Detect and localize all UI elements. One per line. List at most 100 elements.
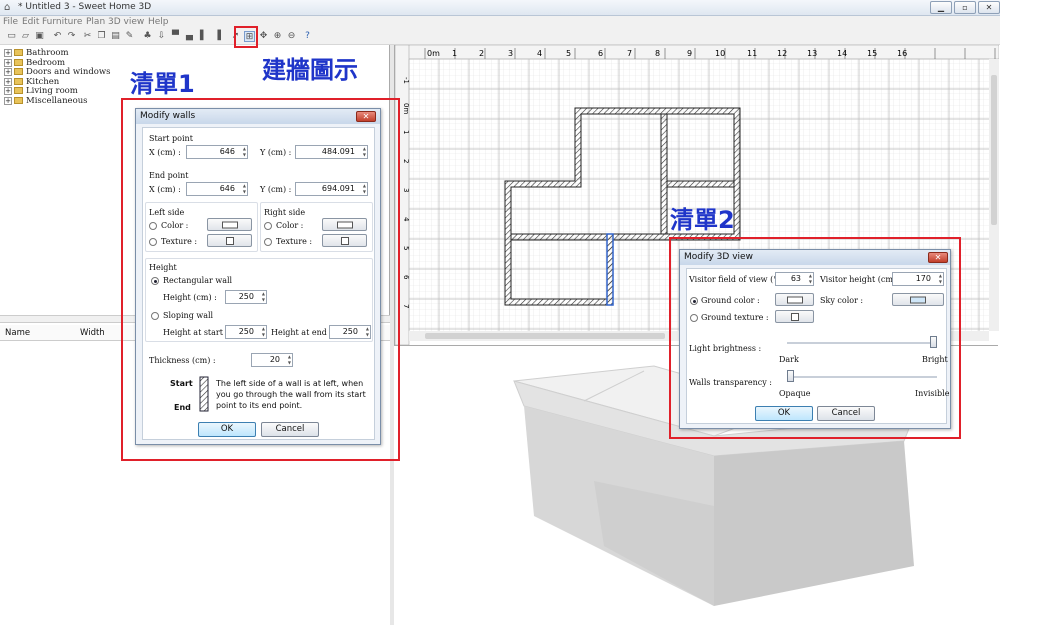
- left-color-button[interactable]: [207, 218, 252, 231]
- menu-3d-view[interactable]: 3D view: [108, 17, 144, 27]
- import-furniture-icon[interactable]: ⇩: [156, 31, 167, 42]
- inner-wall[interactable]: [666, 180, 735, 188]
- ruler-x-label: 1: [452, 49, 457, 58]
- height-field[interactable]: 250: [225, 290, 267, 304]
- zoom-in-icon[interactable]: ⊕: [272, 31, 283, 42]
- ruler-x-label: 13: [807, 49, 817, 58]
- column-name[interactable]: Name: [5, 328, 30, 338]
- inner-wall[interactable]: [660, 113, 668, 235]
- delete-icon[interactable]: ✎: [124, 31, 135, 42]
- catalog-item[interactable]: + Living room: [4, 86, 78, 96]
- expand-icon[interactable]: +: [4, 86, 12, 95]
- paste-icon[interactable]: ▤: [110, 31, 121, 42]
- minimize-button[interactable]: ▁: [930, 1, 952, 14]
- save-icon[interactable]: ▣: [34, 31, 45, 42]
- align-bottom-icon[interactable]: ▄: [184, 31, 195, 42]
- walls-slider-thumb[interactable]: [787, 370, 794, 382]
- plan-horizontal-thumb[interactable]: [425, 333, 665, 339]
- ground-texture-button[interactable]: [775, 310, 814, 323]
- sloping-wall-radio[interactable]: [151, 312, 159, 320]
- align-left-icon[interactable]: ▌: [198, 31, 209, 42]
- expand-icon[interactable]: +: [4, 77, 12, 86]
- fov-field[interactable]: 63: [775, 272, 814, 286]
- menu-plan[interactable]: Plan: [86, 17, 105, 27]
- close-button[interactable]: ✕: [978, 1, 1000, 14]
- close-icon[interactable]: ✕: [928, 252, 948, 263]
- create-dimensions-icon[interactable]: ✥: [258, 31, 269, 42]
- left-texture-label: Texture :: [161, 237, 198, 246]
- ruler-x-label: 10: [715, 49, 725, 58]
- color-swatch: [221, 221, 238, 228]
- right-color-radio[interactable]: [264, 222, 272, 230]
- catalog-item[interactable]: + Miscellaneous: [4, 96, 88, 106]
- right-color-button[interactable]: [322, 218, 367, 231]
- right-texture-radio[interactable]: [264, 238, 272, 246]
- align-top-icon[interactable]: ▀: [170, 31, 181, 42]
- visitor-height-label: Visitor height (cm) :: [820, 275, 902, 284]
- wall-icon-annotation: 建牆圖示: [262, 56, 358, 84]
- left-texture-radio[interactable]: [149, 238, 157, 246]
- end-x-field[interactable]: 646: [186, 182, 248, 196]
- catalog-item[interactable]: + Doors and windows: [4, 67, 111, 77]
- end-y-field[interactable]: 694.091: [295, 182, 368, 196]
- opaque-label: Opaque: [779, 389, 811, 398]
- thickness-field[interactable]: 20: [251, 353, 293, 367]
- start-y-field[interactable]: 484.091: [295, 145, 368, 159]
- ground-texture-label: Ground texture :: [701, 313, 769, 322]
- cancel-button[interactable]: Cancel: [261, 422, 319, 437]
- help-icon[interactable]: ?: [302, 31, 313, 42]
- zoom-out-icon[interactable]: ⊖: [286, 31, 297, 42]
- undo-icon[interactable]: ↶: [52, 31, 63, 42]
- ground-texture-radio[interactable]: [690, 314, 698, 322]
- ok-button[interactable]: OK: [755, 406, 813, 421]
- ruler-x-label: 14: [837, 49, 847, 58]
- redo-icon[interactable]: ↷: [66, 31, 77, 42]
- visitor-height-field[interactable]: 170: [892, 272, 944, 286]
- height-start-field[interactable]: 250: [225, 325, 267, 339]
- selected-wall[interactable]: [606, 233, 614, 306]
- start-point-heading: Start point: [149, 134, 193, 143]
- ruler-y-label: 3: [402, 188, 410, 192]
- walls-slider-track[interactable]: [787, 376, 937, 378]
- align-right-icon[interactable]: ▐: [212, 31, 223, 42]
- menu-file[interactable]: File: [3, 17, 18, 27]
- plan-vertical-thumb[interactable]: [991, 75, 997, 225]
- copy-icon[interactable]: ❐: [96, 31, 107, 42]
- maximize-button[interactable]: ▫: [954, 1, 976, 14]
- inner-wall[interactable]: [510, 233, 608, 241]
- light-slider-track[interactable]: [787, 342, 937, 344]
- menu-help[interactable]: Help: [148, 17, 169, 27]
- new-home-icon[interactable]: ▭: [6, 31, 17, 42]
- fov-label: Visitor field of view (°) :: [689, 275, 786, 284]
- expand-icon[interactable]: +: [4, 67, 12, 76]
- color-swatch: [910, 296, 926, 303]
- ground-color-button[interactable]: [775, 293, 814, 306]
- right-texture-button[interactable]: [322, 234, 367, 247]
- close-icon[interactable]: ✕: [356, 111, 376, 122]
- left-color-radio[interactable]: [149, 222, 157, 230]
- column-width[interactable]: Width: [80, 328, 105, 338]
- cut-icon[interactable]: ✂: [82, 31, 93, 42]
- expand-icon[interactable]: +: [4, 58, 12, 67]
- color-swatch: [336, 221, 353, 228]
- add-furniture-icon[interactable]: ♣: [142, 31, 153, 42]
- height-end-field[interactable]: 250: [329, 325, 371, 339]
- catalog-item[interactable]: + Bathroom: [4, 48, 69, 58]
- expand-icon[interactable]: +: [4, 48, 12, 57]
- cancel-button[interactable]: Cancel: [817, 406, 875, 421]
- menu-furniture[interactable]: Furniture: [42, 17, 82, 27]
- ok-button[interactable]: OK: [198, 422, 256, 437]
- ruler-x-label: 16: [897, 49, 907, 58]
- light-slider-thumb[interactable]: [930, 336, 937, 348]
- folder-icon: [14, 97, 23, 104]
- menu-edit[interactable]: Edit: [22, 17, 39, 27]
- start-x-field[interactable]: 646: [186, 145, 248, 159]
- end-label: End: [174, 403, 191, 412]
- open-icon[interactable]: ▱: [20, 31, 31, 42]
- rectangular-wall-radio[interactable]: [151, 277, 159, 285]
- left-texture-button[interactable]: [207, 234, 252, 247]
- ruler-x-label: 7: [627, 49, 632, 58]
- ground-color-radio[interactable]: [690, 297, 698, 305]
- sky-color-button[interactable]: [892, 293, 944, 306]
- expand-icon[interactable]: +: [4, 96, 12, 105]
